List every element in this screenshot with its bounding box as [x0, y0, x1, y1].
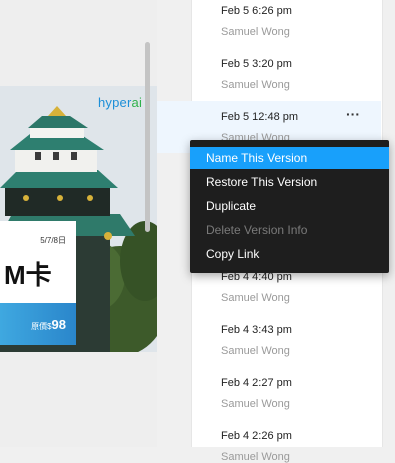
version-time: Feb 4 2:26 pm	[221, 430, 292, 442]
version-author: Samuel Wong	[221, 451, 290, 463]
version-author: Samuel Wong	[221, 345, 290, 357]
menu-item-delete-version-info: Delete Version Info	[206, 223, 308, 237]
version-item[interactable]: Feb 4 3:43 pm Samuel Wong	[221, 324, 381, 357]
ticket-title: M卡	[4, 260, 52, 290]
design-canvas[interactable]: hyperai 5/7/8日 M卡 原價$98	[0, 0, 157, 447]
menu-item-name-version[interactable]: Name This Version	[190, 147, 389, 169]
ticket-price: 原價$98	[31, 317, 66, 332]
ticket-card: 5/7/8日 M卡 原價$98	[0, 221, 76, 345]
version-context-menu: Name This Version Restore This Version D…	[190, 140, 389, 273]
version-item[interactable]: Feb 4 4:40 pm Samuel Wong	[221, 271, 381, 304]
version-time: Feb 4 3:43 pm	[221, 324, 292, 336]
ticket-price-value: 98	[51, 317, 66, 332]
menu-item-restore-version[interactable]: Restore This Version	[190, 171, 389, 193]
menu-item-copy-link[interactable]: Copy Link	[190, 243, 389, 265]
menu-item-duplicate[interactable]: Duplicate	[190, 195, 389, 217]
version-author: Samuel Wong	[221, 398, 290, 410]
ticket-price-label: 原價$	[31, 322, 52, 331]
version-item[interactable]: Feb 5 3:20 pm Samuel Wong	[221, 58, 381, 91]
version-author: Samuel Wong	[221, 26, 290, 38]
version-time: Feb 5 6:26 pm	[221, 5, 292, 17]
version-item[interactable]: Feb 5 6:26 pm Samuel Wong	[221, 5, 381, 38]
version-time: Feb 4 2:27 pm	[221, 377, 292, 389]
version-time: Feb 5 3:20 pm	[221, 58, 292, 70]
version-author: Samuel Wong	[221, 79, 290, 91]
more-options-icon[interactable]: ···	[343, 107, 363, 124]
ticket-date: 5/7/8日	[40, 236, 66, 245]
ticket-price-bar: 原價$98	[0, 303, 76, 345]
hyperai-logo: hyperai	[98, 95, 143, 110]
design-frame[interactable]: hyperai 5/7/8日 M卡 原價$98	[0, 86, 157, 352]
version-author: Samuel Wong	[221, 292, 290, 304]
canvas-scrollbar[interactable]	[145, 42, 150, 232]
version-item[interactable]: Feb 4 2:27 pm Samuel Wong	[221, 377, 381, 410]
